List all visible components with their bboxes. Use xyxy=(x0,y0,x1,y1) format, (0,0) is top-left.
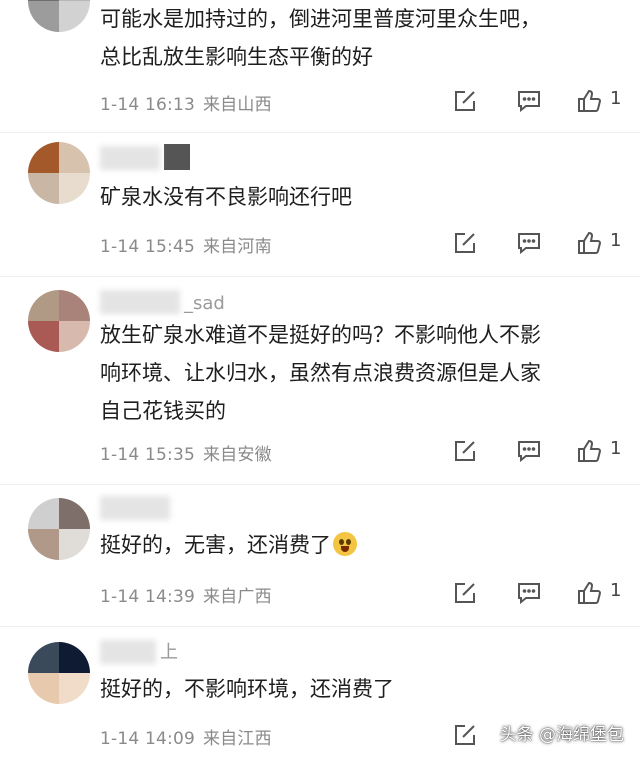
share-icon xyxy=(455,91,475,111)
comment-meta: 1-14 15:45 来自河南 xyxy=(100,232,272,257)
reply-button[interactable] xyxy=(514,86,544,116)
comment-line: 总比乱放生影响生态平衡的好 xyxy=(100,45,373,69)
share-button[interactable] xyxy=(450,436,480,466)
comment-location: 来自山西 xyxy=(202,95,272,115)
comment-location: 来自江西 xyxy=(202,729,272,749)
thumbs-up-icon xyxy=(578,439,602,462)
avatar[interactable] xyxy=(28,0,90,32)
comment-text: 放生矿泉水难道不是挺好的吗？不影响他人不影 响环境、让水归水，虽然有点浪费资源但… xyxy=(100,316,620,430)
username[interactable]: _sad xyxy=(100,286,225,314)
username-text: _sad xyxy=(184,293,225,314)
like-count: 1 xyxy=(610,88,622,109)
like-button[interactable] xyxy=(574,578,604,608)
avatar[interactable] xyxy=(28,142,90,204)
comment-icon xyxy=(518,441,540,463)
thumbs-up-icon xyxy=(578,89,602,112)
comment-text: 矿泉水没有不良影响还行吧 xyxy=(100,178,620,216)
comment-meta: 1-14 15:35 来自安徽 xyxy=(100,440,272,465)
comment-meta: 1-14 16:13 来自山西 xyxy=(100,90,272,115)
username[interactable]: 上 xyxy=(100,636,178,664)
username-blur xyxy=(100,640,156,664)
comment-line-text: 挺好的，无害，还消费了 xyxy=(100,533,331,557)
share-button[interactable] xyxy=(450,86,480,116)
comment-actions: 1 xyxy=(450,228,630,258)
divider xyxy=(0,484,640,485)
comment-time: 1-14 15:35 xyxy=(100,445,195,465)
grimacing-emoji-icon xyxy=(333,532,357,556)
avatar[interactable] xyxy=(28,498,90,560)
comment-location: 来自广西 xyxy=(202,587,272,607)
comment-text: 挺好的，无害，还消费了 xyxy=(100,526,620,564)
username[interactable] xyxy=(100,142,196,170)
comment-item: 矿泉水没有不良影响还行吧 1-14 15:45 来自河南 1 xyxy=(0,130,640,278)
share-button[interactable] xyxy=(450,228,480,258)
comment-time: 1-14 15:45 xyxy=(100,237,195,257)
share-icon xyxy=(455,583,475,603)
comment-text: 可能水是加持过的，倒进河里普度河里众生吧， 总比乱放生影响生态平衡的好 xyxy=(100,0,620,76)
divider xyxy=(0,276,640,277)
comment-line: 自己花钱买的 xyxy=(100,399,226,423)
like-count: 1 xyxy=(610,438,622,459)
reply-button[interactable] xyxy=(514,228,544,258)
comment-item: 挺好的，无害，还消费了 1-14 14:39 来自广西 1 xyxy=(0,486,640,622)
username-blur xyxy=(100,290,180,314)
comment-actions: 1 xyxy=(450,436,630,466)
comment-location: 来自河南 xyxy=(202,237,272,257)
comment-actions: 1 xyxy=(450,578,630,608)
like-count: 1 xyxy=(610,580,622,601)
avatar[interactable] xyxy=(28,290,90,352)
share-icon xyxy=(455,441,475,461)
share-icon xyxy=(455,233,475,253)
comment-location: 来自安徽 xyxy=(202,445,272,465)
username-blur xyxy=(100,146,160,170)
comment-actions: 1 xyxy=(450,86,630,116)
share-button[interactable] xyxy=(450,720,480,750)
thumbs-up-icon xyxy=(578,231,602,254)
reply-button[interactable] xyxy=(514,436,544,466)
comment-meta: 1-14 14:39 来自广西 xyxy=(100,582,272,607)
like-button[interactable] xyxy=(574,86,604,116)
username-text: 上 xyxy=(160,642,178,663)
comment-icon xyxy=(518,583,540,605)
comment-line: 响环境、让水归水，虽然有点浪费资源但是人家 xyxy=(100,361,541,385)
comment-icon xyxy=(518,233,540,255)
share-button[interactable] xyxy=(450,578,480,608)
comment-item: 可能水是加持过的，倒进河里普度河里众生吧， 总比乱放生影响生态平衡的好 1-14… xyxy=(0,0,640,130)
divider xyxy=(0,626,640,627)
comment-line: 放生矿泉水难道不是挺好的吗？不影响他人不影 xyxy=(100,323,541,347)
share-icon xyxy=(455,725,475,745)
comment-line: 挺好的，无害，还消费了 xyxy=(100,526,620,564)
like-button[interactable] xyxy=(574,436,604,466)
reply-button[interactable] xyxy=(514,578,544,608)
comment-time: 1-14 14:09 xyxy=(100,729,195,749)
comment-item: _sad 放生矿泉水难道不是挺好的吗？不影响他人不影 响环境、让水归水，虽然有点… xyxy=(0,278,640,478)
comment-meta: 1-14 14:09 来自江西 xyxy=(100,724,272,749)
username-blur xyxy=(164,144,190,170)
comment-icon xyxy=(518,91,540,113)
comment-line: 挺好的，不影响环境，还消费了 xyxy=(100,677,394,701)
comment-text: 挺好的，不影响环境，还消费了 xyxy=(100,670,620,708)
like-button[interactable] xyxy=(574,228,604,258)
comment-time: 1-14 16:13 xyxy=(100,95,195,115)
like-count: 1 xyxy=(610,230,622,251)
comment-time: 1-14 14:39 xyxy=(100,587,195,607)
username[interactable] xyxy=(100,492,174,520)
thumbs-up-icon xyxy=(578,581,602,604)
username-blur xyxy=(100,496,170,520)
avatar[interactable] xyxy=(28,642,90,704)
comment-line: 矿泉水没有不良影响还行吧 xyxy=(100,185,352,209)
comment-line: 可能水是加持过的，倒进河里普度河里众生吧， xyxy=(100,7,541,31)
watermark: 头条 @海绵堡包 xyxy=(499,725,624,745)
